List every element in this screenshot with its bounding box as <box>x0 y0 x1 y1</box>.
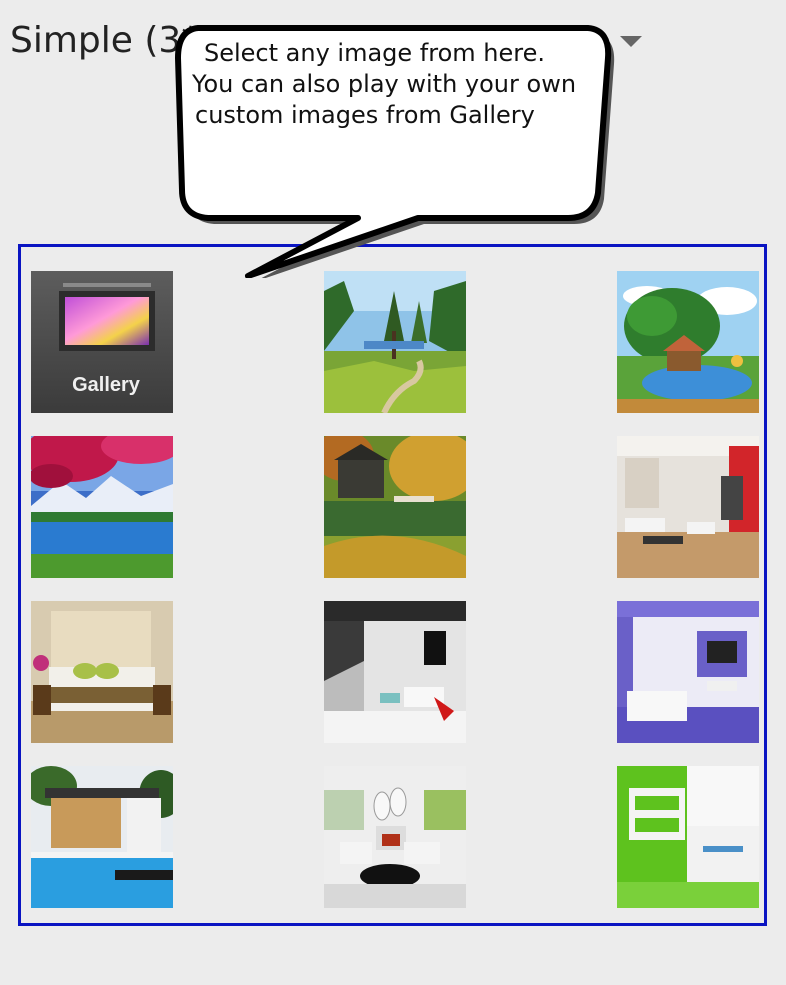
tooltip-line-2: You can also play with your own <box>192 70 577 98</box>
gallery-icon: Gallery <box>31 271 173 413</box>
tooltip-text: Select any image from here. You can also… <box>192 38 592 131</box>
gallery-tile[interactable]: Gallery <box>31 271 173 413</box>
image-tile-living-room-red[interactable] <box>617 436 759 578</box>
image-tile-modern-stairs[interactable] <box>324 601 466 743</box>
image-tile-autumn-cabin[interactable] <box>324 436 466 578</box>
image-tile-bedroom[interactable] <box>31 601 173 743</box>
image-tile-lounge-fireplace[interactable] <box>324 766 466 908</box>
image-tile-lake-cottage[interactable] <box>617 271 759 413</box>
image-grid: Gallery <box>18 244 767 926</box>
image-tile-forest-path[interactable] <box>324 271 466 413</box>
image-tile-blossom-lake[interactable] <box>31 436 173 578</box>
image-tile-green-study[interactable] <box>617 766 759 908</box>
tooltip-line-1: Select any image from here. <box>204 39 545 67</box>
svg-text:Gallery: Gallery <box>72 374 141 396</box>
dropdown-arrow-icon <box>620 36 642 47</box>
image-tile-pool-house[interactable] <box>31 766 173 908</box>
image-tile-purple-living-room[interactable] <box>617 601 759 743</box>
tooltip-line-3: custom images from Gallery <box>195 101 535 129</box>
